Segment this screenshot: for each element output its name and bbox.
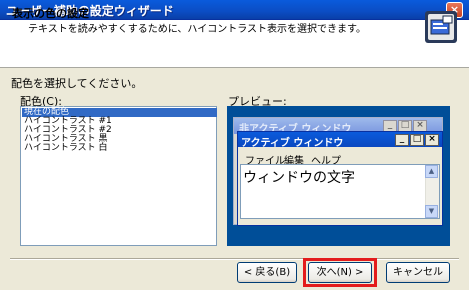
header-subtitle: テキストを読みやすくするために、ハイコントラスト表示を選択できます。 <box>28 24 366 35</box>
instruction-text: 配色を選択してください。 <box>11 77 143 90</box>
minimize-icon: _ <box>395 134 409 146</box>
highlight-box <box>303 258 377 287</box>
scroll-up-icon: ▲ <box>425 165 438 178</box>
close-icon: × <box>425 134 439 146</box>
active-window-title: アクティブ ウィンドウ <box>241 138 344 149</box>
preview-window-text: ウィンドウの文字 <box>243 170 355 186</box>
back-button[interactable]: < 戻る(B) <box>237 262 297 283</box>
header-title: 表示の色の設定 <box>12 7 89 20</box>
scroll-down-icon: ▼ <box>425 205 438 218</box>
list-item[interactable]: ハイコントラスト 白 <box>22 144 217 153</box>
maximize-icon: □ <box>410 134 424 146</box>
divider <box>10 258 459 260</box>
cancel-button[interactable]: キャンセル <box>386 262 450 283</box>
color-scheme-listbox[interactable]: 現在の配色 ハイコントラスト #1 ハイコントラスト #2 ハイコントラスト 黒… <box>20 106 217 246</box>
display-settings-icon <box>425 11 457 43</box>
